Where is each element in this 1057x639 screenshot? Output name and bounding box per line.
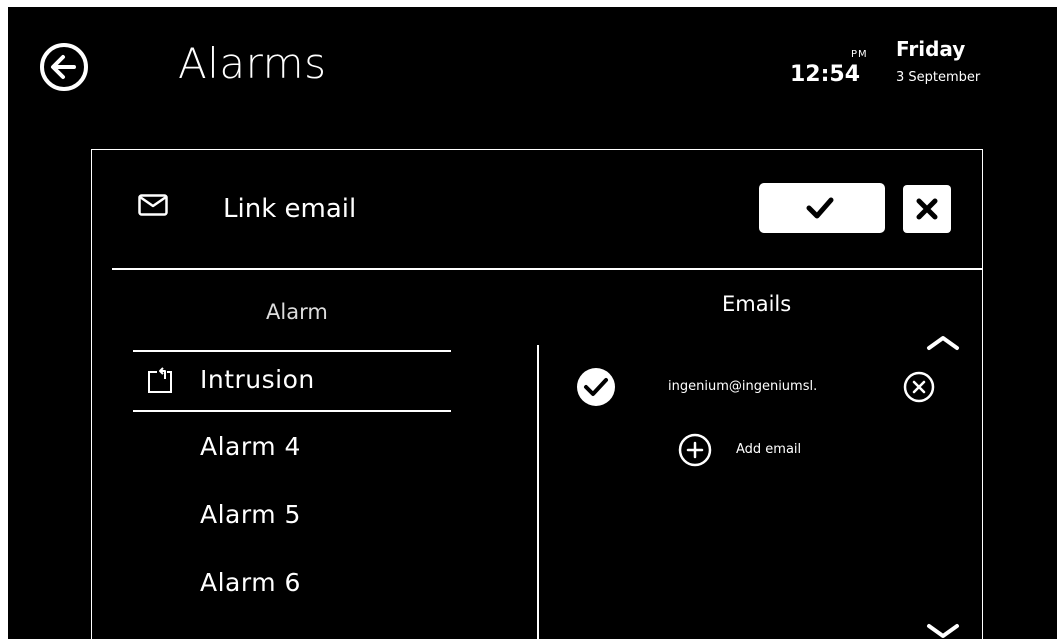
- close-button[interactable]: [903, 185, 951, 233]
- link-email-dialog: Link email Alarm Emails Intrusion Alarm …: [91, 149, 983, 639]
- email-row: ingenium@ingeniumsl.: [576, 363, 956, 409]
- alarm-list: Intrusion Alarm 4 Alarm 5 Alarm 6: [133, 350, 451, 616]
- confirm-button[interactable]: [759, 183, 885, 233]
- alarm-item-alarm-6[interactable]: Alarm 6: [133, 548, 451, 616]
- scroll-down-icon[interactable]: [925, 622, 961, 639]
- alarm-item-label: Intrusion: [200, 365, 315, 394]
- intrusion-icon: [148, 367, 172, 393]
- page-title: Alarms: [178, 39, 327, 88]
- clock-date: 3 September: [896, 70, 981, 85]
- alarm-item-label: Alarm 4: [200, 432, 301, 461]
- alarm-item-intrusion[interactable]: Intrusion: [133, 350, 451, 412]
- check-icon: [806, 197, 834, 219]
- alarm-item-label: Alarm 5: [200, 500, 301, 529]
- add-icon: [678, 433, 712, 467]
- add-email-button[interactable]: Add email: [678, 433, 878, 467]
- clock-day: Friday: [896, 37, 966, 61]
- ampm-label: PM: [851, 49, 868, 60]
- email-checked-icon[interactable]: [576, 367, 616, 407]
- clock-time: 12:54: [790, 62, 861, 87]
- remove-email-icon[interactable]: [903, 371, 935, 403]
- add-email-label: Add email: [736, 442, 802, 457]
- alarm-item-label: Alarm 6: [200, 568, 301, 597]
- dialog-title: Link email: [223, 194, 357, 224]
- alarms-screen: Alarms PM 12:54 Friday 3 September Link …: [8, 7, 1057, 639]
- mail-icon: [138, 194, 168, 216]
- back-arrow-icon: [40, 43, 88, 91]
- alarm-item-alarm-5[interactable]: Alarm 5: [133, 480, 451, 548]
- scroll-up-icon[interactable]: [925, 334, 961, 352]
- back-button[interactable]: [38, 41, 90, 93]
- emails-column-header: Emails: [722, 292, 792, 316]
- header-divider: [112, 268, 983, 270]
- email-address: ingenium@ingeniumsl.: [668, 379, 818, 394]
- alarm-column-header: Alarm: [266, 300, 328, 324]
- alarm-item-alarm-4[interactable]: Alarm 4: [133, 412, 451, 480]
- column-divider: [537, 345, 539, 639]
- close-icon: [916, 198, 938, 220]
